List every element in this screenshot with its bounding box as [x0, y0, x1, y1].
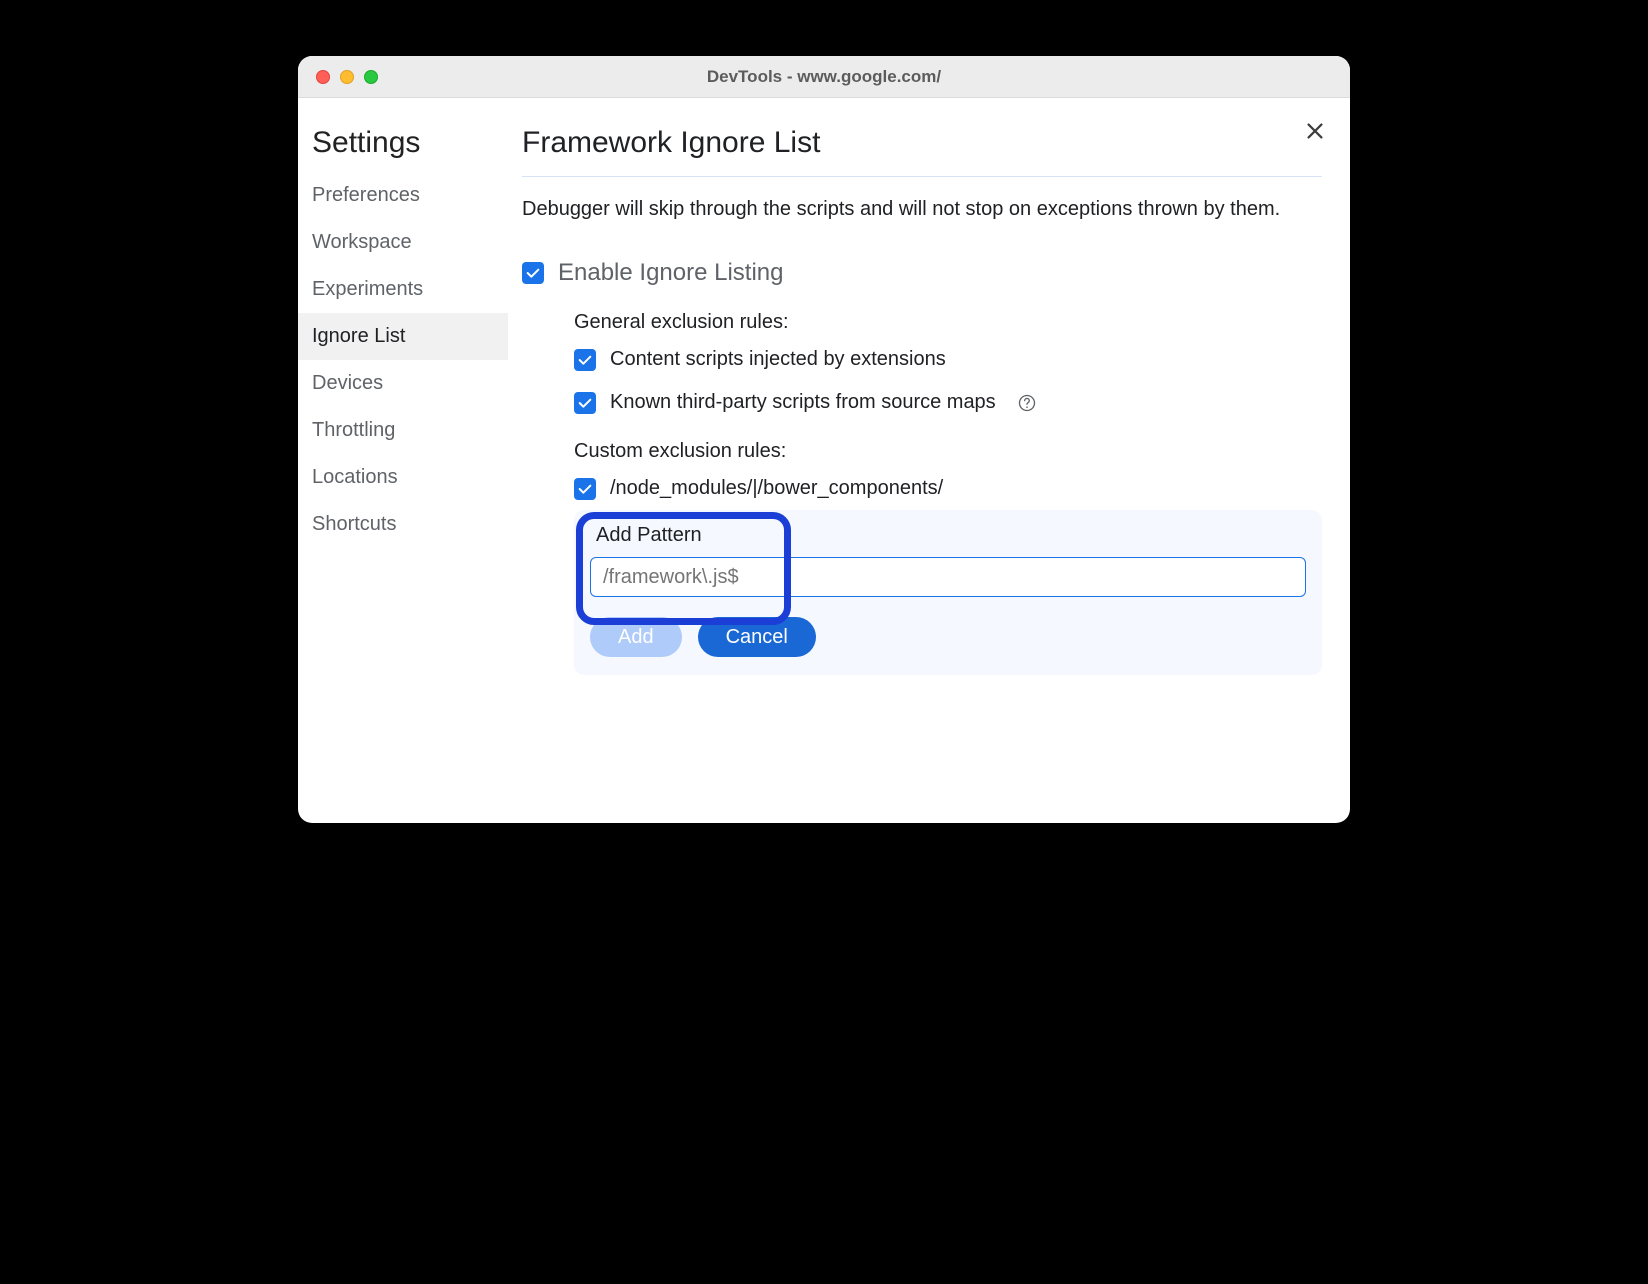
add-pattern-label: Add Pattern	[590, 524, 1306, 547]
window-close-button[interactable]	[316, 70, 330, 84]
enable-ignore-listing-row: Enable Ignore Listing	[522, 259, 1322, 287]
cancel-button[interactable]: Cancel	[698, 617, 816, 657]
window-minimize-button[interactable]	[340, 70, 354, 84]
general-section-label: General exclusion rules:	[574, 311, 1322, 334]
pattern-input[interactable]	[590, 557, 1306, 597]
content-area: Settings Preferences Workspace Experimen…	[298, 98, 1350, 823]
devtools-window: DevTools - www.google.com/ Settings Pref…	[298, 56, 1350, 823]
sidebar-item-ignore-list[interactable]: Ignore List	[298, 313, 508, 360]
main-panel: Framework Ignore List Debugger will skip…	[508, 98, 1350, 823]
page-description: Debugger will skip through the scripts a…	[522, 195, 1322, 223]
sidebar-item-shortcuts[interactable]: Shortcuts	[298, 501, 508, 548]
sidebar-title: Settings	[298, 126, 508, 172]
custom-rule-row: /node_modules/|/bower_components/	[574, 477, 1322, 500]
add-pattern-box: Add Pattern Add Cancel	[574, 510, 1322, 675]
general-rule-label: Known third-party scripts from source ma…	[610, 391, 996, 414]
sidebar-item-locations[interactable]: Locations	[298, 454, 508, 501]
enable-ignore-listing-checkbox[interactable]	[522, 262, 544, 284]
custom-rule-label: /node_modules/|/bower_components/	[610, 477, 943, 500]
titlebar: DevTools - www.google.com/	[298, 56, 1350, 98]
general-rule-row: Content scripts injected by extensions	[574, 348, 1322, 371]
general-rule-label: Content scripts injected by extensions	[610, 348, 946, 371]
custom-section-label: Custom exclusion rules:	[574, 440, 1322, 463]
add-button[interactable]: Add	[590, 617, 682, 657]
sidebar-item-experiments[interactable]: Experiments	[298, 266, 508, 313]
help-icon[interactable]	[1016, 392, 1038, 414]
add-pattern-buttons: Add Cancel	[590, 617, 1306, 657]
content-scripts-checkbox[interactable]	[574, 349, 596, 371]
window-title: DevTools - www.google.com/	[707, 67, 941, 87]
page-title: Framework Ignore List	[522, 126, 1322, 177]
window-zoom-button[interactable]	[364, 70, 378, 84]
general-rule-row: Known third-party scripts from source ma…	[574, 391, 1322, 414]
sidebar-item-devices[interactable]: Devices	[298, 360, 508, 407]
thirdparty-scripts-checkbox[interactable]	[574, 392, 596, 414]
sidebar-item-preferences[interactable]: Preferences	[298, 172, 508, 219]
sidebar-item-workspace[interactable]: Workspace	[298, 219, 508, 266]
sidebar-item-throttling[interactable]: Throttling	[298, 407, 508, 454]
traffic-lights	[316, 70, 378, 84]
settings-sidebar: Settings Preferences Workspace Experimen…	[298, 98, 508, 823]
custom-rule-checkbox[interactable]	[574, 478, 596, 500]
enable-ignore-listing-label: Enable Ignore Listing	[558, 259, 784, 287]
close-icon[interactable]	[1304, 120, 1326, 147]
